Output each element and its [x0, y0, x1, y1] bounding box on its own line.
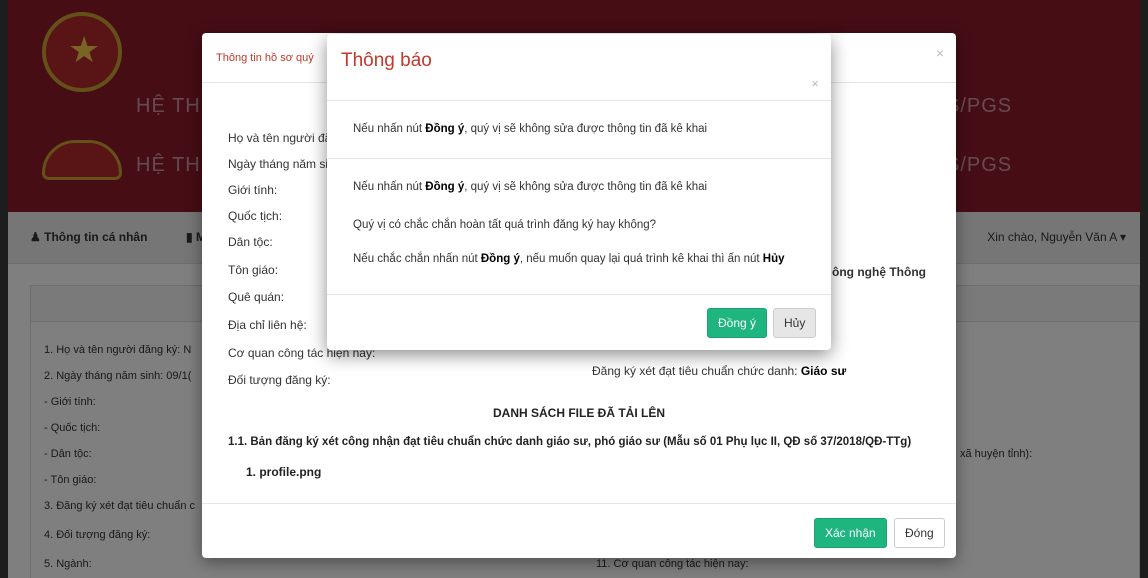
divider [327, 100, 831, 101]
message-text: , quý vị sẽ không sửa được thông tin đã … [464, 181, 708, 193]
field-value-major: ông nghệ Thông [832, 265, 926, 279]
confirm-button[interactable]: Xác nhận [814, 518, 887, 548]
close-icon[interactable]: × [811, 76, 819, 91]
agree-button[interactable]: Đồng ý [707, 308, 768, 338]
cancel-button[interactable]: Hủy [773, 308, 817, 338]
file-doc-title: 1.1. Bản đăng ký xét công nhận đạt tiêu … [228, 436, 912, 448]
file-list-heading: DANH SÁCH FILE ĐÃ TẢI LÊN [493, 406, 665, 420]
message-text: Nếu nhấn nút [353, 123, 426, 135]
field-label-ethnicity: Dân tộc: [228, 235, 273, 249]
field-label-gender: Giới tính: [228, 183, 278, 197]
divider [327, 294, 831, 295]
field-label-fullname: Họ và tên người đă [228, 131, 332, 145]
message-bold: Đồng ý [480, 253, 520, 265]
close-icon[interactable]: × [936, 45, 944, 61]
register-label: Đăng ký xét đạt tiêu chuẩn chức danh: [592, 364, 801, 378]
field-label-nationality: Quốc tịch: [228, 209, 283, 223]
close-button[interactable]: Đóng [894, 518, 945, 548]
message-bold: Đồng ý [425, 181, 465, 193]
notification-dialog: Thông báo × Nếu nhấn nút Đồng ý, quý vị … [327, 34, 831, 350]
modal-footer: Xác nhận Đóng [202, 503, 956, 558]
uploaded-file-link[interactable]: 1. profile.png [246, 465, 321, 479]
field-label-birthdate: Ngày tháng năm sir [228, 157, 333, 171]
field-label-applicant-type: Đối tượng đăng ký: [228, 373, 331, 387]
modal-title: Thông tin hồ sơ quý [216, 52, 314, 64]
message-bold: Đồng ý [425, 123, 465, 135]
message-text: , quý vị sẽ không sửa được thông tin đã … [464, 123, 708, 135]
field-label-religion: Tôn giáo: [228, 263, 279, 277]
notification-title: Thông báo [341, 50, 432, 71]
register-value: Giáo sư [800, 364, 847, 378]
message-text: , nếu muốn quay lại quá trình kê khai th… [519, 253, 763, 265]
field-register-title: Đăng ký xét đạt tiêu chuẩn chức danh: Gi… [592, 364, 846, 378]
notification-question: Quý vị có chắc chắn hoàn tất quá trình đ… [353, 219, 657, 231]
notification-message-line: Nếu nhấn nút Đồng ý, quý vị sẽ không sửa… [353, 123, 707, 135]
message-text: Nếu nhấn nút [353, 181, 426, 193]
notification-message-line: Nếu chắc chắn nhấn nút Đồng ý, nếu muốn … [353, 253, 785, 265]
notification-message-line: Nếu nhấn nút Đồng ý, quý vị sẽ không sửa… [353, 181, 707, 193]
message-text: Nếu chắc chắn nhấn nút [353, 253, 481, 265]
field-label-hometown: Quê quán: [228, 290, 285, 304]
divider [327, 158, 831, 159]
message-bold: Hủy [762, 253, 785, 265]
field-label-address: Địa chỉ liên hệ: [228, 318, 307, 332]
